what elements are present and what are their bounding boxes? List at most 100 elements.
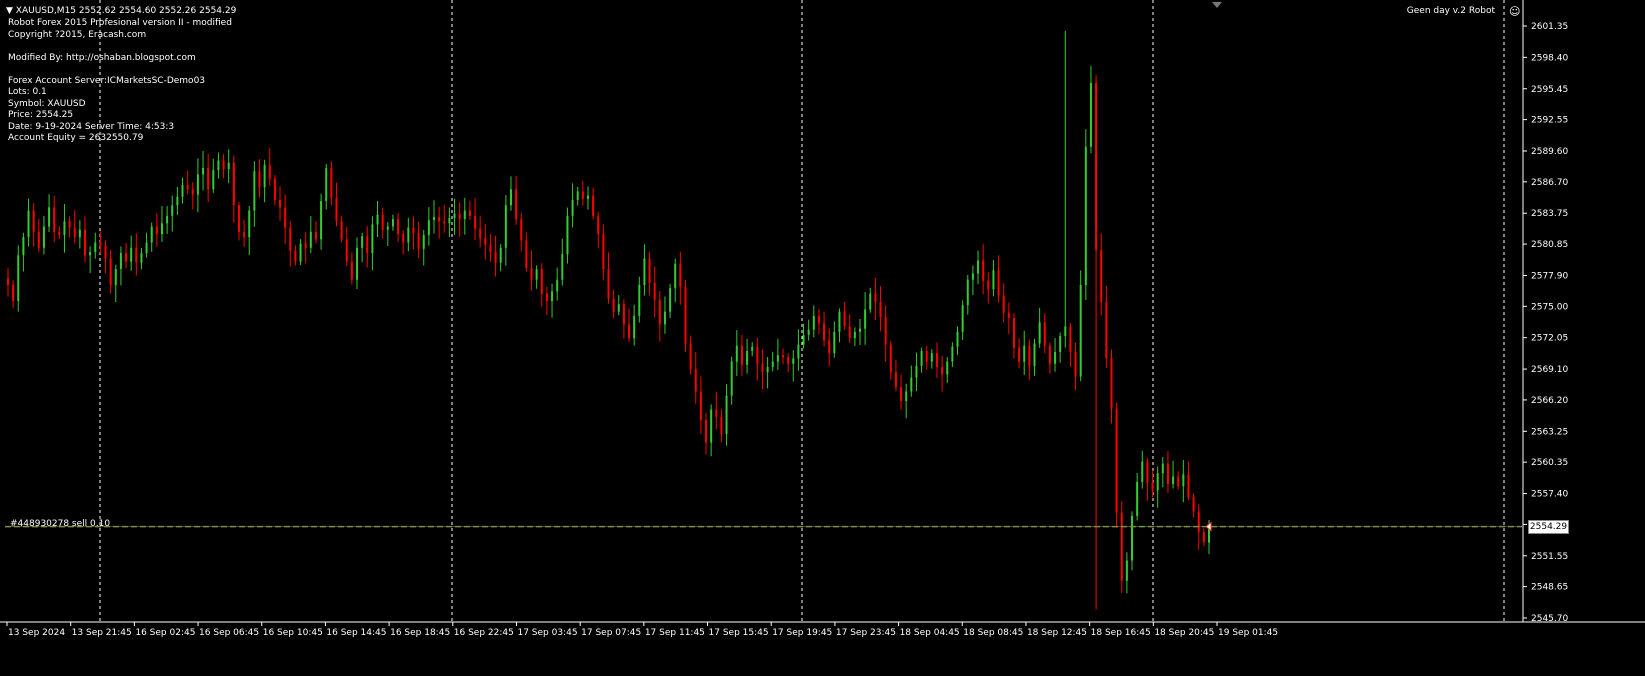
candle-body <box>833 331 836 354</box>
info-line-3: Modified By: http://oshaban.blogspot.com <box>8 52 196 63</box>
candle-body <box>489 244 492 253</box>
candle-body <box>1018 347 1021 362</box>
candles <box>7 30 1210 610</box>
candle-body <box>356 247 359 280</box>
candle-body <box>1064 326 1067 337</box>
candle-body <box>561 254 564 280</box>
candle-body <box>371 224 374 254</box>
candle-body <box>751 346 754 351</box>
chart-shift-marker-icon[interactable] <box>1212 2 1222 8</box>
candle-body <box>551 291 554 301</box>
candle-body <box>504 205 507 248</box>
candle-body <box>884 316 887 345</box>
candle-body <box>879 302 882 317</box>
candle-body <box>7 278 9 286</box>
candle-body <box>299 243 302 262</box>
candle-body <box>207 168 210 190</box>
candle-body <box>556 279 559 292</box>
candle-body <box>889 344 892 373</box>
candle-body <box>961 305 964 332</box>
candle-body <box>1002 295 1005 313</box>
candle-body <box>1141 461 1144 482</box>
candle-body <box>1136 481 1139 516</box>
candle-body <box>920 350 923 366</box>
candle-body <box>1007 312 1010 319</box>
candle-body <box>1120 512 1123 581</box>
candle-body <box>951 346 954 362</box>
time-tick-label: 18 Sep 20:45 <box>1154 628 1214 638</box>
price-tick-label: 2598.40 <box>1531 53 1568 63</box>
candle-body <box>248 210 251 238</box>
candle-body <box>915 365 918 378</box>
price-tick-label: 2563.25 <box>1531 427 1568 437</box>
candle-body <box>340 221 343 240</box>
candle-body <box>104 245 107 259</box>
candle-body <box>1187 474 1190 497</box>
info-line-1: Copyright ?2015, Eracash.com <box>8 29 147 40</box>
candle-body <box>468 210 471 216</box>
candle-body <box>1012 318 1015 348</box>
candle-body <box>432 216 435 221</box>
candle-body <box>612 298 615 312</box>
candle-body <box>802 335 805 345</box>
candle-body <box>956 331 959 347</box>
candle-body <box>910 377 913 392</box>
price-tick-label: 2580.85 <box>1531 240 1568 250</box>
candle-body <box>417 232 420 249</box>
candle-body <box>848 326 851 339</box>
candle-body <box>638 285 641 316</box>
candle-body <box>823 323 826 341</box>
info-line-0: Robot Forex 2015 Profesional version II … <box>8 18 232 28</box>
candle-body <box>766 366 769 373</box>
candle-body <box>63 221 66 236</box>
candle-body <box>1182 474 1185 487</box>
candle-body <box>196 174 199 195</box>
candle-body <box>22 237 25 256</box>
candle-body <box>679 263 682 288</box>
order-label[interactable]: #448930278 sell 0.10 <box>10 519 110 529</box>
candle-body <box>905 391 908 401</box>
candle-body <box>176 196 179 206</box>
candle-body <box>94 242 97 253</box>
info-line-10: Account Equity = 2632550.79 <box>8 133 144 143</box>
candle-body <box>592 195 595 216</box>
grid-lines <box>99 0 1505 622</box>
candle-body <box>17 255 20 301</box>
candle-body <box>202 168 205 175</box>
expert-smiley-icon[interactable]: ☺ <box>1509 5 1520 18</box>
candle-body <box>792 358 795 364</box>
candle-body <box>284 207 287 228</box>
price-tick-label: 2572.05 <box>1531 334 1568 344</box>
candle-body <box>1089 82 1092 147</box>
time-tick-label: 16 Sep 06:45 <box>199 628 259 638</box>
candle-body <box>864 309 867 329</box>
candle-body <box>628 324 631 339</box>
time-tick-label: 13 Sep 2024 <box>8 628 65 638</box>
candle-body <box>407 227 410 243</box>
candle-body <box>412 227 415 233</box>
price-tick-label: 2548.65 <box>1531 583 1568 593</box>
candle-body <box>1079 285 1082 377</box>
candle-body <box>935 353 938 367</box>
candle-body <box>309 231 312 248</box>
price-tick-label: 2577.90 <box>1531 271 1568 281</box>
price-tick-label: 2583.75 <box>1531 209 1568 219</box>
dropdown-triangle-icon[interactable]: ▼ <box>6 6 13 16</box>
candle-body <box>212 170 215 190</box>
candle-body <box>756 346 759 364</box>
candle-body <box>237 205 240 232</box>
candle-body <box>78 229 81 238</box>
info-line-6: Lots: 0.1 <box>8 87 47 97</box>
candle-body <box>1197 511 1200 532</box>
candle-body <box>509 189 512 206</box>
candle-body <box>617 304 620 312</box>
candle-body <box>160 223 163 234</box>
candle-body <box>386 226 389 230</box>
candle-body <box>273 178 276 200</box>
chart-window[interactable]: 2601.35 2598.40 2595.45 2592.55 2589.60 2586.… <box>0 0 1645 676</box>
candle-body <box>135 247 138 263</box>
candle-body <box>1023 345 1026 362</box>
candle-body <box>330 168 333 198</box>
price-chart[interactable]: 2601.35 2598.40 2595.45 2592.55 2589.60 2586.… <box>0 0 1645 676</box>
price-tick-label: 2551.55 <box>1531 552 1568 562</box>
